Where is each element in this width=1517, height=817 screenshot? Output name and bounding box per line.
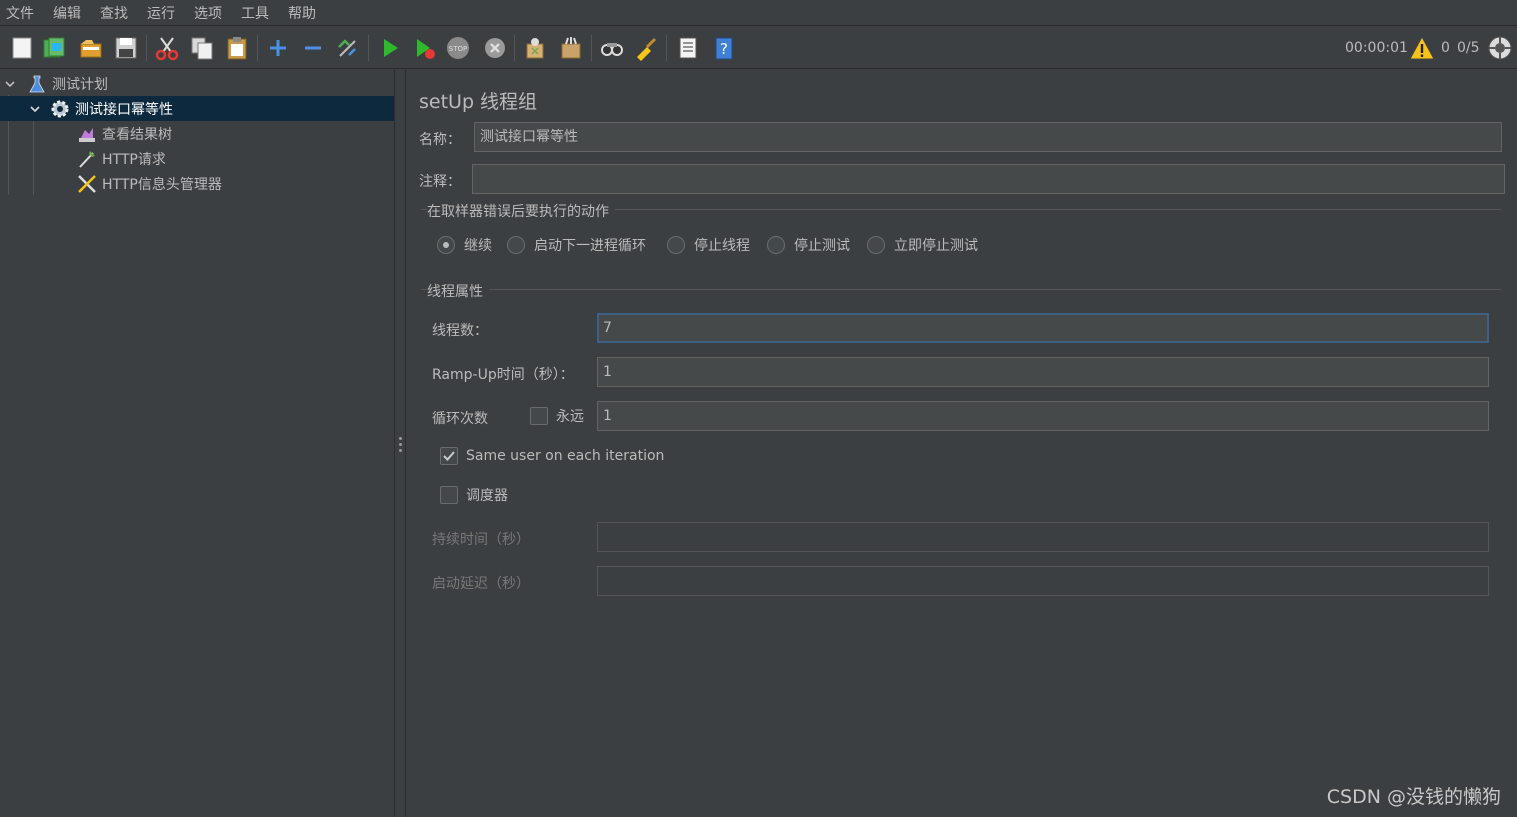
- scheduler-label: 调度器: [466, 488, 508, 504]
- thread-props-title: 线程属性: [427, 281, 489, 301]
- clear-all-icon[interactable]: [557, 34, 585, 62]
- comment-label: 注释：: [419, 174, 461, 190]
- startup-delay-field[interactable]: [597, 566, 1489, 596]
- active-threads: 0/5: [1457, 40, 1480, 56]
- warning-count: 0: [1441, 40, 1450, 56]
- menu-search[interactable]: 查找: [94, 3, 136, 23]
- elapsed-time: 00:00:01: [1345, 40, 1408, 56]
- open-icon[interactable]: [77, 34, 105, 62]
- radio-label: 停止线程: [694, 238, 750, 254]
- tree-item-setup-thread-group[interactable]: 测试接口幂等性: [0, 96, 394, 121]
- radio-stop-test[interactable]: 停止测试: [767, 235, 850, 255]
- test-plan-icon: [26, 73, 48, 95]
- loop-count-field[interactable]: 1: [597, 401, 1489, 431]
- name-label: 名称：: [419, 132, 461, 148]
- rampup-field[interactable]: 1: [597, 357, 1489, 387]
- forever-label: 永远: [556, 409, 584, 425]
- menu-tools[interactable]: 工具: [235, 3, 277, 23]
- warning-icon[interactable]: [1408, 34, 1436, 62]
- expand-icon[interactable]: [264, 34, 292, 62]
- startup-delay-label: 启动延迟（秒）: [432, 576, 530, 592]
- start-icon[interactable]: [376, 34, 404, 62]
- scheduler-checkbox[interactable]: 调度器: [440, 485, 508, 505]
- radio-continue[interactable]: 继续: [437, 235, 492, 255]
- radio-label: 继续: [464, 238, 492, 254]
- tree-item-http-request[interactable]: HTTP请求: [0, 146, 394, 171]
- setup-thread-group-panel: setUp 线程组 名称： 测试接口幂等性 注释： 在取样器错误后要执行的动作 …: [407, 70, 1517, 817]
- reset-search-icon[interactable]: [632, 34, 660, 62]
- tree-item-label: HTTP信息头管理器: [102, 176, 222, 193]
- test-plan-tree: 测试计划 测试接口幂等性 查看结果树 HTTP请求 HTTP信息头管理器: [0, 70, 394, 817]
- check-icon: [440, 447, 458, 465]
- paste-icon[interactable]: [223, 34, 251, 62]
- rampup-label: Ramp-Up时间（秒）：: [432, 367, 574, 383]
- tree-item-label: HTTP请求: [102, 151, 166, 168]
- menu-help[interactable]: 帮助: [282, 3, 324, 23]
- radio-stop-thread[interactable]: 停止线程: [667, 235, 750, 255]
- tree-item-test-plan[interactable]: 测试计划: [0, 71, 394, 96]
- threads-field[interactable]: 7: [597, 313, 1489, 343]
- forever-checkbox[interactable]: 永远: [530, 406, 584, 426]
- radio-label: 立即停止测试: [894, 238, 978, 254]
- view-results-tree-icon: [76, 123, 98, 145]
- svg-text:STOP: STOP: [449, 45, 467, 53]
- svg-text:?: ?: [720, 40, 728, 58]
- tree-item-label: 查看结果树: [102, 126, 172, 143]
- radio-label: 停止测试: [794, 238, 850, 254]
- radio-start-next-loop[interactable]: 启动下一进程循环: [507, 235, 646, 255]
- menu-options[interactable]: 选项: [188, 3, 230, 23]
- tree-item-view-results-tree[interactable]: 查看结果树: [0, 121, 394, 146]
- menu-run[interactable]: 运行: [141, 3, 183, 23]
- duration-field[interactable]: [597, 522, 1489, 552]
- new-icon[interactable]: [8, 34, 36, 62]
- threads-label: 线程数：: [432, 323, 488, 339]
- tree-item-label: 测试接口幂等性: [75, 101, 173, 118]
- tree-item-header-manager[interactable]: HTTP信息头管理器: [0, 171, 394, 196]
- templates-icon[interactable]: [40, 34, 68, 62]
- name-field[interactable]: 测试接口幂等性: [474, 122, 1502, 152]
- search-icon[interactable]: [598, 34, 626, 62]
- menu-bar: 文件 编辑 查找 运行 选项 工具 帮助: [0, 0, 1517, 26]
- cut-icon[interactable]: [153, 34, 181, 62]
- stop-icon[interactable]: STOP: [444, 34, 472, 62]
- chevron-down-icon[interactable]: [2, 76, 18, 92]
- toolbar: STOP ? 00:00:01 0 0/5: [0, 27, 1517, 69]
- menu-edit[interactable]: 编辑: [47, 3, 89, 23]
- http-request-icon: [76, 148, 98, 170]
- menu-file[interactable]: 文件: [0, 3, 42, 23]
- collapse-icon[interactable]: [299, 34, 327, 62]
- duration-label: 持续时间（秒）: [432, 532, 530, 548]
- save-icon[interactable]: [112, 34, 140, 62]
- chevron-down-icon[interactable]: [27, 101, 43, 117]
- toggle-icon[interactable]: [334, 34, 362, 62]
- help-icon[interactable]: ?: [710, 34, 738, 62]
- error-action-title: 在取样器错误后要执行的动作: [427, 201, 615, 221]
- same-user-label: Same user on each iteration: [466, 448, 665, 464]
- loop-label: 循环次数: [432, 411, 488, 427]
- gear-icon: [49, 98, 71, 120]
- comment-field[interactable]: [472, 164, 1505, 194]
- same-user-checkbox[interactable]: Same user on each iteration: [440, 447, 664, 465]
- page-title: setUp 线程组: [419, 91, 538, 113]
- start-no-pause-icon[interactable]: [410, 34, 438, 62]
- function-helper-icon[interactable]: [674, 34, 702, 62]
- radio-label: 启动下一进程循环: [534, 238, 646, 254]
- clear-icon[interactable]: [521, 34, 549, 62]
- remote-engines-icon[interactable]: [1486, 34, 1514, 62]
- shutdown-icon[interactable]: [481, 34, 509, 62]
- copy-icon[interactable]: [188, 34, 216, 62]
- header-manager-icon: [76, 173, 98, 195]
- tree-item-label: 测试计划: [52, 76, 108, 93]
- split-pane-divider[interactable]: [394, 70, 406, 817]
- radio-stop-test-now[interactable]: 立即停止测试: [867, 235, 978, 255]
- watermark: CSDN @没钱的懒狗: [1326, 786, 1501, 808]
